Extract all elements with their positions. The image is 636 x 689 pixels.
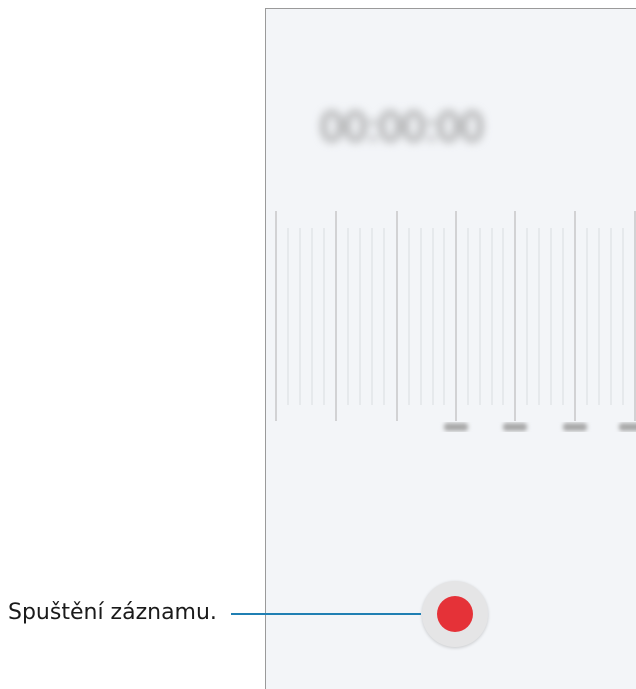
callout-line [231,613,421,615]
scale-label [444,423,468,431]
scale-label [563,423,587,431]
callout-label: Spuštění záznamu. [8,600,217,625]
scale-label [503,423,527,431]
scale-label [619,423,636,431]
record-button[interactable] [422,581,488,647]
record-icon [437,596,473,632]
